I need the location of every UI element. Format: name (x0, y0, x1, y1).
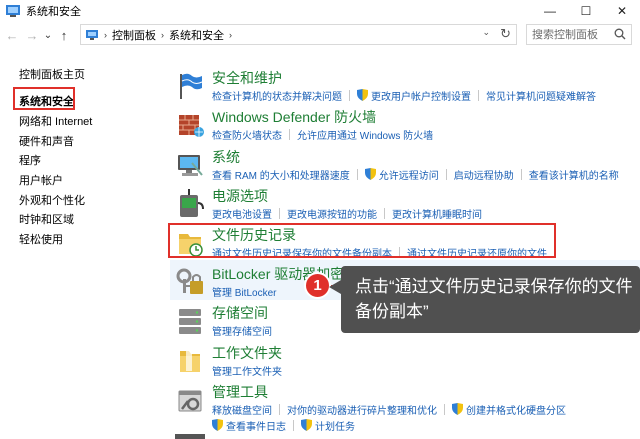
sidebar-item-user-accounts[interactable]: 用户帐户 (19, 172, 63, 188)
highlight-box-file-history (168, 223, 556, 258)
control-panel-icon (86, 29, 98, 40)
uac-shield-icon (212, 419, 223, 431)
category-power: 电源选项 更改电池设置 更改电源按钮的功能 更改计算机睡眠时间 (160, 186, 640, 226)
link-sleep-time[interactable]: 更改计算机睡眠时间 (392, 206, 482, 221)
link-divider (384, 207, 385, 219)
minimize-button[interactable]: — (532, 0, 568, 22)
firewall-icon (179, 115, 204, 137)
link-divider (356, 168, 358, 180)
category-title[interactable]: 工作文件夹 (212, 343, 282, 363)
folder-icon (180, 349, 200, 372)
link-firewall-status[interactable]: 检查防火墙状态 (212, 127, 282, 142)
link-view-ram[interactable]: 查看 RAM 的大小和处理器速度 (212, 167, 350, 182)
power-icon (180, 189, 204, 217)
link-battery-settings[interactable]: 更改电池设置 (212, 206, 272, 221)
back-button[interactable]: ← (2, 25, 22, 45)
highlight-box-sidebar (13, 87, 75, 110)
sidebar-item-programs[interactable]: 程序 (19, 152, 41, 168)
breadcrumb-chevron-icon: › (161, 29, 164, 40)
link-divider (293, 419, 294, 431)
search-icon[interactable] (614, 28, 626, 40)
link-divider (349, 89, 350, 101)
address-dropdown-icon[interactable]: ⌄ (482, 27, 490, 38)
link-divider (478, 89, 479, 101)
link-divider (520, 168, 522, 180)
category-system: 系统 查看 RAM 的大小和处理器速度 允许远程访问 启动远程协助 查看该计算机… (160, 147, 640, 187)
storage-icon (179, 309, 201, 334)
category-admin-tools-row2: 查看事件日志 计划任务 (160, 398, 640, 438)
instruction-callout: 点击“通过文件历史记录保存你的文件备份副本” (341, 266, 640, 333)
category-firewall: Windows Defender 防火墙 检查防火墙状态 允许应用通过 Wind… (160, 107, 640, 147)
category-security-maintenance: 安全和维护 检查计算机的状态并解决问题 更改用户帐户控制设置 常见计算机问题疑难… (160, 68, 640, 108)
sidebar-item-ease-of-access[interactable]: 轻松使用 (19, 231, 63, 247)
search-box[interactable] (526, 24, 632, 45)
link-schedule-tasks[interactable]: 计划任务 (315, 418, 355, 433)
forward-button[interactable]: → (22, 25, 42, 45)
link-manage-storage[interactable]: 管理存储空间 (212, 323, 272, 338)
sidebar-item-control-panel-home[interactable]: 控制面板主页 (19, 66, 85, 82)
control-panel-icon (6, 5, 20, 17)
category-title[interactable]: 存储空间 (212, 303, 268, 323)
sidebar-item-clock-region[interactable]: 时钟和区域 (19, 211, 74, 227)
partial-icon (175, 434, 205, 439)
computer-icon (178, 155, 203, 176)
category-work-folders: 工作文件夹 管理工作文件夹 (160, 343, 640, 383)
link-change-uac[interactable]: 更改用户帐户控制设置 (371, 88, 471, 103)
category-title[interactable]: 系统 (212, 147, 240, 167)
link-divider (279, 207, 280, 219)
link-divider (289, 128, 290, 140)
callout-tail (329, 280, 341, 294)
link-check-status[interactable]: 检查计算机的状态并解决问题 (212, 88, 342, 103)
close-button[interactable]: ✕ (604, 0, 640, 22)
link-manage-work-folders[interactable]: 管理工作文件夹 (212, 363, 282, 378)
breadcrumb-system-security[interactable]: 系统和安全 (169, 27, 224, 43)
search-input[interactable] (532, 28, 616, 41)
breadcrumb-chevron-icon[interactable]: › (229, 30, 232, 40)
up-button[interactable]: ↑ (54, 25, 74, 45)
bitlocker-icon (176, 268, 203, 294)
sidebar-item-appearance[interactable]: 外观和个性化 (19, 192, 85, 208)
link-event-logs[interactable]: 查看事件日志 (226, 418, 286, 433)
category-title[interactable]: Windows Defender 防火墙 (212, 107, 376, 127)
category-title[interactable]: 电源选项 (212, 186, 268, 206)
maximize-button[interactable]: ☐ (568, 0, 604, 22)
link-troubleshoot[interactable]: 常见计算机问题疑难解答 (486, 88, 596, 103)
flag-icon (180, 73, 203, 99)
category-title[interactable]: 安全和维护 (212, 68, 282, 88)
uac-shield-icon (364, 168, 376, 180)
uac-shield-icon (301, 419, 312, 431)
link-allow-app[interactable]: 允许应用通过 Windows 防火墙 (297, 127, 433, 142)
address-bar[interactable]: › 控制面板 › 系统和安全 › ⌄ ↻ (80, 24, 517, 45)
sidebar-item-hardware-sound[interactable]: 硬件和声音 (19, 133, 74, 149)
breadcrumb-chevron-icon: › (104, 29, 107, 40)
title-bar: 系统和安全 — ☐ ✕ (0, 0, 640, 22)
link-manage-bitlocker[interactable]: 管理 BitLocker (212, 284, 276, 299)
link-computer-name[interactable]: 查看该计算机的名称 (529, 167, 619, 182)
recent-locations-button[interactable]: ⌄ (42, 25, 54, 45)
sidebar-item-network[interactable]: 网络和 Internet (19, 113, 92, 129)
link-power-button[interactable]: 更改电源按钮的功能 (287, 206, 377, 221)
breadcrumb-control-panel[interactable]: 控制面板 (112, 27, 156, 43)
step-badge: 1 (304, 272, 331, 299)
uac-shield-icon (357, 89, 368, 101)
link-remote-assistance[interactable]: 启动远程协助 (454, 167, 514, 182)
refresh-icon[interactable]: ↻ (500, 26, 511, 42)
callout-text: 点击“通过文件历史记录保存你的文件备份副本” (355, 277, 633, 321)
window-title: 系统和安全 (26, 6, 81, 18)
navigation-bar: ← → ⌄ ↑ › 控制面板 › 系统和安全 › ⌄ ↻ (0, 22, 640, 48)
link-remote-access[interactable]: 允许远程访问 (379, 167, 439, 182)
link-divider (445, 168, 447, 180)
